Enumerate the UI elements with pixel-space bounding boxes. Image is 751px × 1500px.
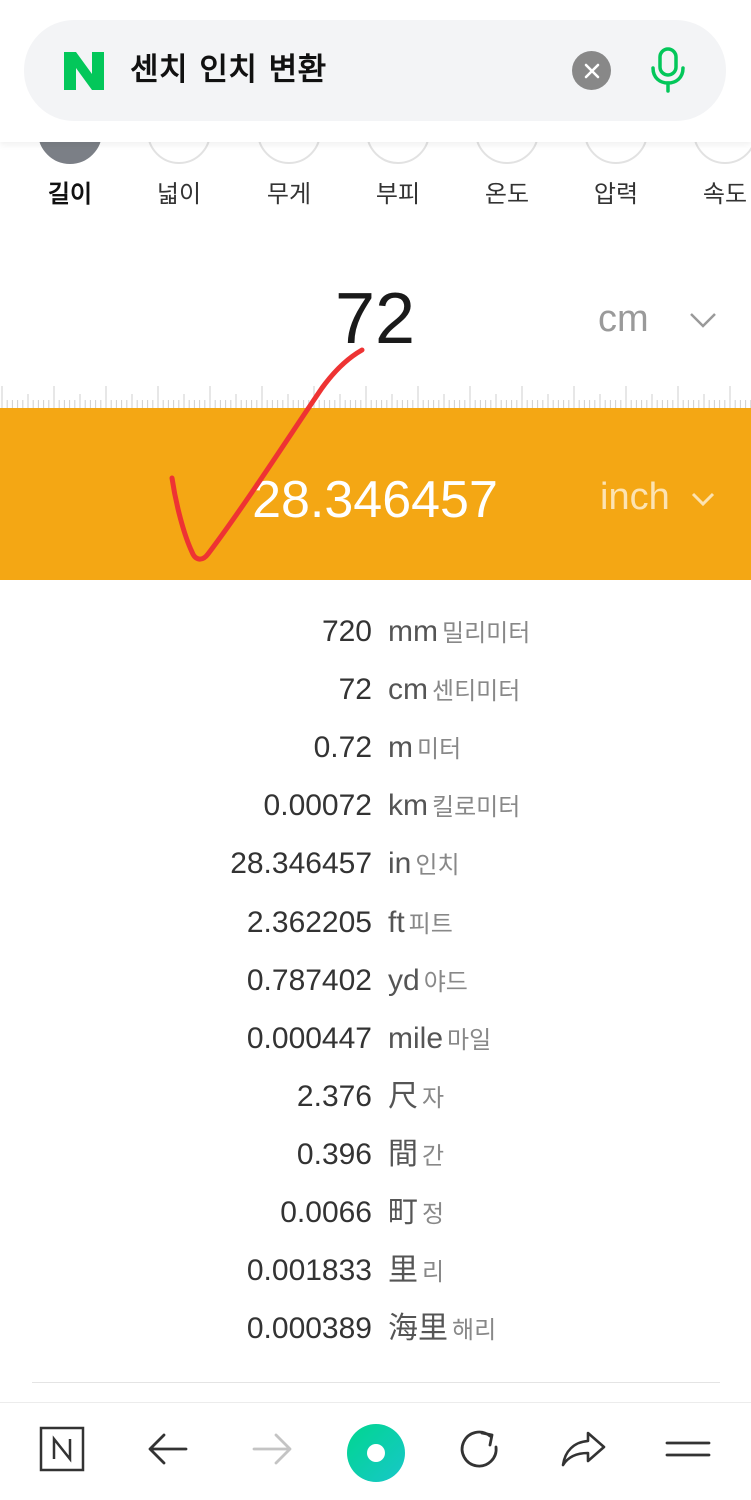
result-value: 2.362205 <box>246 905 372 939</box>
result-unit-name: 밀리미터 <box>441 619 531 647</box>
result-row: 0.001833 里 리 <box>0 1247 751 1295</box>
result-value: 0.72 <box>313 731 372 765</box>
refresh-button[interactable] <box>456 1425 504 1473</box>
naver-home-button[interactable] <box>38 1425 86 1473</box>
share-button[interactable] <box>560 1425 608 1473</box>
result-unit-name: 정 <box>422 1200 445 1228</box>
menu-icon <box>665 1441 711 1457</box>
tab-label: 압력 <box>593 180 639 208</box>
result-value: 0.001833 <box>246 1254 372 1288</box>
refresh-icon <box>460 1430 498 1468</box>
result-value: 2.376 <box>296 1079 372 1113</box>
result-value: 0.0066 <box>280 1196 372 1229</box>
result-unit-name: 해리 <box>452 1316 497 1345</box>
result-unit: 里 <box>388 1254 418 1288</box>
result-unit: 町 <box>388 1196 418 1229</box>
chevron-down-icon[interactable] <box>690 490 716 508</box>
tab-label: 무게 <box>266 180 312 208</box>
result-unit: 海里 <box>388 1312 448 1346</box>
search-input[interactable]: 센치 인치 변환 <box>130 46 327 94</box>
result-value: 0.00072 <box>263 789 372 823</box>
result-unit: in <box>388 847 412 881</box>
browser-bottom-nav <box>0 1402 751 1500</box>
result-unit-name: 리 <box>422 1258 445 1287</box>
result-unit-name: 마일 <box>447 1025 492 1054</box>
input-value-field[interactable]: 72 <box>250 278 500 360</box>
result-row: 0.00072 km 킬로미터 <box>0 782 751 830</box>
ruler-slider[interactable] <box>0 384 751 410</box>
result-value: 72 <box>338 673 372 707</box>
result-row: 0.396 間 간 <box>0 1131 751 1179</box>
clear-search-button[interactable] <box>572 51 611 90</box>
result-unit: km <box>388 789 428 823</box>
back-arrow-icon <box>148 1433 188 1465</box>
tab-label: 속도 <box>702 180 748 208</box>
forward-arrow-icon <box>252 1433 292 1465</box>
output-value: 28.346457 <box>252 471 498 529</box>
result-unit: yd <box>388 963 420 997</box>
result-unit: mile <box>388 1021 444 1055</box>
result-value: 0.787402 <box>246 963 372 997</box>
green-dot-icon <box>347 1424 405 1482</box>
close-icon <box>584 63 599 78</box>
result-row: 0.72 m 미터 <box>0 724 751 772</box>
result-row: 72 cm 센티미터 <box>0 666 751 714</box>
result-unit: cm <box>388 673 428 707</box>
result-row: 720 mm 밀리미터 <box>0 608 751 656</box>
result-unit-name: 미터 <box>417 735 462 764</box>
result-unit-name: 자 <box>422 1083 445 1112</box>
result-unit: 尺 <box>388 1079 418 1113</box>
result-row: 28.346457 in 인치 <box>0 840 751 888</box>
result-row: 2.376 尺 자 <box>0 1073 751 1121</box>
result-value: 0.396 <box>296 1137 372 1171</box>
result-row: 2.362205 ft 피트 <box>0 899 751 947</box>
naver-logo-icon[interactable] <box>62 50 106 92</box>
forward-button[interactable] <box>248 1425 296 1473</box>
output-unit-select[interactable]: inch <box>600 476 670 519</box>
tab-label: 길이 <box>47 180 93 208</box>
share-icon <box>561 1431 606 1467</box>
naver-home-icon <box>39 1426 85 1472</box>
result-unit: 間 <box>388 1137 418 1171</box>
result-unit-name: 인치 <box>415 851 460 880</box>
result-value: 0.000447 <box>246 1021 372 1055</box>
result-unit: mm <box>388 615 438 648</box>
tab-label: 넓이 <box>156 180 202 208</box>
menu-button[interactable] <box>664 1425 712 1473</box>
result-unit-name: 간 <box>422 1141 445 1170</box>
result-unit-name: 피트 <box>408 909 453 938</box>
result-row: 0.000447 mile 마일 <box>0 1015 751 1063</box>
result-value: 28.346457 <box>230 847 372 881</box>
result-unit-name: 킬로미터 <box>432 793 521 822</box>
back-button[interactable] <box>144 1425 192 1473</box>
result-value: 0.000389 <box>246 1312 372 1346</box>
result-row: 0.0066 町 정 <box>0 1189 751 1237</box>
result-unit-name: 센티미터 <box>432 677 521 706</box>
result-row: 0.000389 海里 해리 <box>0 1305 751 1353</box>
voice-search-button[interactable] <box>640 42 696 98</box>
result-unit: ft <box>388 905 405 939</box>
microphone-icon <box>651 47 685 93</box>
result-unit: m <box>388 731 413 765</box>
input-unit-select[interactable]: cm <box>598 298 649 341</box>
tab-label: 부피 <box>375 180 421 208</box>
divider <box>32 1382 720 1383</box>
green-dot-button[interactable] <box>344 1421 408 1485</box>
search-box[interactable]: 센치 인치 변환 <box>24 20 726 121</box>
result-unit-name: 야드 <box>423 967 468 996</box>
search-header: 센치 인치 변환 <box>0 0 751 142</box>
result-value: 720 <box>321 615 372 648</box>
result-row: 0.787402 yd 야드 <box>0 957 751 1005</box>
chevron-down-icon[interactable] <box>688 310 718 330</box>
tab-label: 온도 <box>484 180 530 208</box>
